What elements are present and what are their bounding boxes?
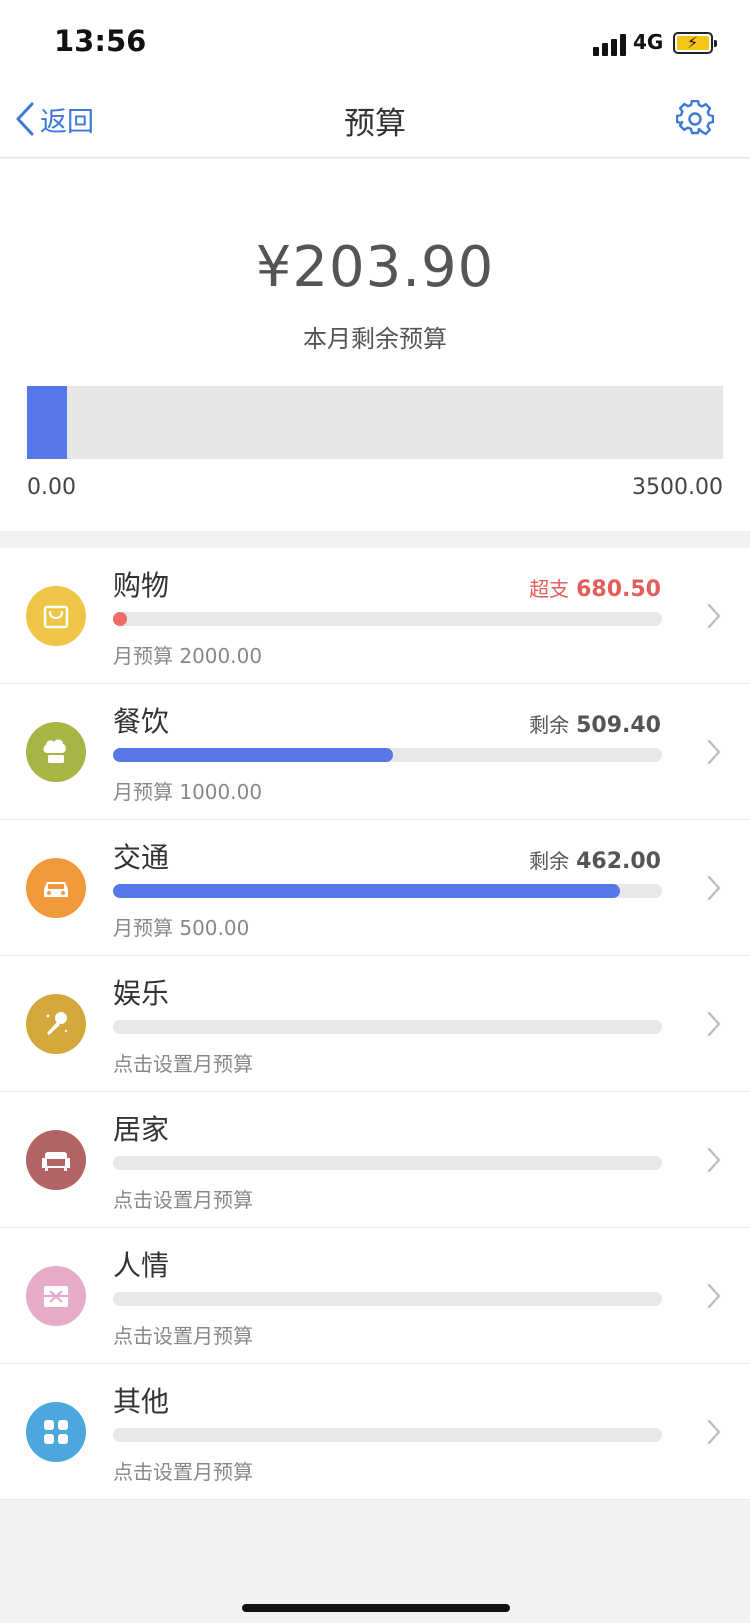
status-label: 剩余: [529, 713, 570, 737]
grid-icon: [26, 1402, 86, 1462]
category-subtitle: 月预算 500.00: [113, 916, 250, 940]
category-progress-fill: [113, 884, 621, 898]
category-name: 交通: [113, 841, 170, 874]
remaining-label: 本月剩余预算: [303, 325, 447, 353]
shopping-bag-icon: [26, 586, 86, 646]
category-row[interactable]: 购物 超支 680.50 月预算 2000.00: [0, 548, 750, 684]
category-row[interactable]: 居家 点击设置月预算: [0, 1092, 750, 1228]
status-label: 剩余: [529, 849, 570, 873]
nav-bar: 返回 预算: [0, 80, 750, 158]
category-status: 剩余 462.00: [529, 845, 661, 874]
category-status: 剩余 509.40: [529, 709, 661, 738]
category-progress-fill: [113, 748, 393, 762]
status-time: 13:56: [54, 24, 147, 58]
budget-summary: ¥203.90 本月剩余预算 0.00 3500.00: [0, 159, 750, 531]
category-progress-bar: [113, 1428, 662, 1442]
category-subtitle: 月预算 1000.00: [113, 780, 263, 804]
category-progress-bar: [113, 1156, 662, 1170]
chevron-right-icon: [707, 1283, 721, 1309]
total-budget-bar: [27, 386, 723, 459]
chevron-right-icon: [707, 739, 721, 765]
category-subtitle: 点击设置月预算: [113, 1324, 253, 1348]
chevron-right-icon: [707, 603, 721, 629]
home-indicator: [242, 1604, 510, 1612]
category-name: 人情: [113, 1249, 170, 1282]
category-row[interactable]: 娱乐 点击设置月预算: [0, 956, 750, 1092]
overspend-dot: [113, 612, 127, 626]
gift-icon: [26, 1266, 86, 1326]
category-progress-bar: [113, 1292, 662, 1306]
gear-icon: [675, 99, 715, 136]
chevron-right-icon: [707, 1011, 721, 1037]
category-name: 娱乐: [113, 977, 170, 1010]
status-label: 超支: [529, 577, 570, 601]
category-subtitle: 点击设置月预算: [113, 1052, 253, 1076]
category-row[interactable]: 餐饮 剩余 509.40 月预算 1000.00: [0, 684, 750, 820]
status-value: 509.40: [576, 713, 661, 738]
total-budget-bar-fill: [27, 386, 68, 459]
chevron-right-icon: [707, 1147, 721, 1173]
remaining-amount: ¥203.90: [255, 235, 495, 300]
category-status: 超支 680.50: [529, 573, 661, 602]
battery-icon: ⚡: [673, 32, 717, 54]
category-list: 购物 超支 680.50 月预算 2000.00 餐饮 剩余 509.40 月预…: [0, 548, 750, 1500]
sofa-icon: [26, 1130, 86, 1190]
chef-hat-icon: [26, 722, 86, 782]
category-name: 其他: [113, 1385, 170, 1418]
category-row[interactable]: 人情 点击设置月预算: [0, 1228, 750, 1364]
category-subtitle: 月预算 2000.00: [113, 644, 263, 668]
category-subtitle: 点击设置月预算: [113, 1460, 253, 1484]
category-progress-bar: [113, 1020, 662, 1034]
chevron-right-icon: [707, 1419, 721, 1445]
page-title: 预算: [344, 106, 406, 142]
chevron-right-icon: [707, 875, 721, 901]
bar-max-value: 3500.00: [632, 475, 723, 500]
category-subtitle: 点击设置月预算: [113, 1188, 253, 1212]
signal-icon: [593, 32, 627, 56]
category-progress-bar: [113, 612, 662, 626]
microphone-icon: [26, 994, 86, 1054]
category-name: 购物: [113, 569, 170, 602]
category-progress-bar: [113, 884, 662, 898]
category-row[interactable]: 其他 点击设置月预算: [0, 1364, 750, 1500]
network-type: 4G: [633, 30, 664, 54]
status-value: 462.00: [576, 849, 661, 874]
category-name: 餐饮: [113, 705, 170, 738]
category-progress-bar: [113, 748, 662, 762]
bar-min-value: 0.00: [27, 475, 76, 500]
status-value: 680.50: [576, 577, 661, 602]
status-bar: 13:56 4G ⚡: [0, 0, 750, 80]
category-row[interactable]: 交通 剩余 462.00 月预算 500.00: [0, 820, 750, 956]
category-name: 居家: [113, 1113, 170, 1146]
budget-screen: 13:56 4G ⚡ 返回 预算 ¥203.90 本月剩余预算 0.00 350…: [0, 0, 750, 1623]
car-icon: [26, 858, 86, 918]
settings-button[interactable]: [675, 99, 715, 138]
